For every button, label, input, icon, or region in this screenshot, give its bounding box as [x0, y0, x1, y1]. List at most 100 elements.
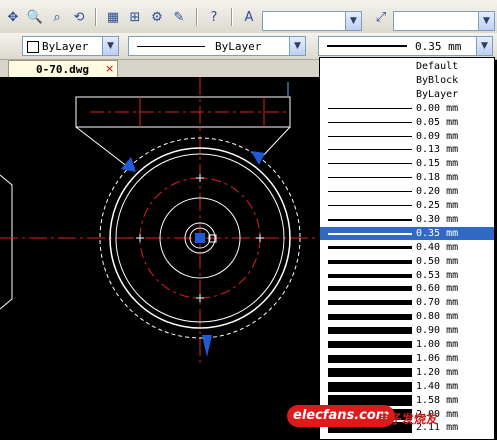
- chevron-down-icon[interactable]: ▼: [345, 12, 361, 30]
- markup-icon[interactable]: ✎: [170, 8, 188, 26]
- lineweight-option-label: 0.30 mm: [416, 213, 459, 225]
- lineweight-preview-line: [328, 354, 412, 363]
- lineweight-option[interactable]: 0.13 mm: [320, 143, 494, 156]
- lineweight-option-label: 1.06 mm: [416, 352, 459, 364]
- chevron-down-icon[interactable]: ▼: [102, 37, 118, 55]
- lineweight-option-label: 1.58 mm: [416, 394, 459, 406]
- file-tab-bar: 0-70.dwg ×: [0, 60, 320, 77]
- lineweight-preview-line: [328, 341, 412, 348]
- lineweight-option[interactable]: 1.00 mm: [320, 338, 494, 351]
- lineweight-preview-line: [328, 149, 412, 151]
- lineweight-option-label: 0.00 mm: [416, 102, 459, 114]
- linetype-combo[interactable]: ByLayer ▼: [128, 36, 306, 56]
- toolbar-separator: [196, 8, 198, 26]
- color-combo[interactable]: ByLayer ▼: [22, 36, 119, 56]
- bracket-right-edge: [259, 126, 291, 160]
- lineweight-option[interactable]: ByLayer: [320, 88, 494, 101]
- chevron-down-icon[interactable]: ▼: [476, 37, 492, 55]
- grip-arrow-bottom[interactable]: [202, 335, 212, 357]
- lineweight-option-label: 0.18 mm: [416, 172, 459, 184]
- drawing-part-left: [0, 174, 13, 310]
- file-tab[interactable]: 0-70.dwg ×: [8, 60, 118, 77]
- lineweight-option[interactable]: 1.20 mm: [320, 366, 494, 379]
- linetype-combo-value: ByLayer: [215, 40, 262, 53]
- lineweight-preview-line: [328, 381, 412, 392]
- lineweight-option-label: 0.25 mm: [416, 200, 459, 211]
- text-style-icon[interactable]: A: [240, 8, 258, 26]
- dim-style-combo[interactable]: ▼: [393, 11, 495, 31]
- lineweight-option[interactable]: Default: [320, 60, 494, 73]
- chevron-down-icon[interactable]: ▼: [289, 37, 305, 55]
- file-tab-name: 0-70.dwg: [36, 63, 89, 76]
- lineweight-option[interactable]: 0.70 mm: [320, 296, 494, 309]
- lineweight-preview-line: [328, 218, 412, 221]
- properties-icon[interactable]: ▦: [104, 8, 122, 26]
- lineweight-option[interactable]: 0.09 mm: [320, 130, 494, 143]
- lineweight-preview-line: [328, 232, 412, 235]
- lineweight-preview-line: [328, 300, 412, 306]
- watermark-text: 电子发烧友: [378, 412, 439, 426]
- lineweight-preview-line: [328, 205, 412, 206]
- lineweight-option[interactable]: 0.30 mm: [320, 213, 494, 226]
- lineweight-option-label: 1.20 mm: [416, 366, 459, 378]
- color-combo-value: ByLayer: [42, 40, 89, 53]
- lineweight-preview-line: [328, 286, 412, 292]
- lineweight-option[interactable]: 0.60 mm: [320, 282, 494, 295]
- zoom-realtime-icon[interactable]: 🔍: [26, 8, 44, 26]
- lineweight-option[interactable]: 0.50 mm: [320, 255, 494, 268]
- lineweight-combo-value: 0.35 mm: [415, 40, 462, 53]
- lineweight-option[interactable]: 0.80 mm: [320, 310, 494, 323]
- lineweight-option-label: 0.50 mm: [416, 255, 459, 267]
- grip-arrow-right[interactable]: [251, 151, 265, 165]
- bracket-left-edge: [75, 126, 129, 168]
- lineweight-combo[interactable]: 0.35 mm ▼: [318, 36, 493, 56]
- lineweight-preview-line: [328, 327, 412, 335]
- lineweight-option[interactable]: 0.25 mm: [320, 199, 494, 212]
- zoom-window-icon[interactable]: ⌕: [48, 8, 66, 26]
- tool-palettes-icon[interactable]: ⚙: [148, 8, 166, 26]
- lineweight-option[interactable]: 0.15 mm: [320, 157, 494, 170]
- lineweight-preview: [327, 45, 407, 47]
- lineweight-option-label: 0.35 mm: [416, 227, 459, 239]
- properties-toolbar: ByLayer ▼ ByLayer ▼ 0.35 mm ▼: [0, 33, 497, 60]
- lineweight-preview-line: [328, 163, 412, 165]
- center-grip[interactable]: [195, 233, 205, 243]
- lineweight-option[interactable]: 0.40 mm: [320, 241, 494, 254]
- toolbar-separator: [95, 8, 97, 26]
- color-swatch: [27, 41, 39, 53]
- lineweight-option[interactable]: ByBlock: [320, 74, 494, 87]
- lineweight-option-label: 0.20 mm: [416, 186, 459, 198]
- lineweight-option-label: 0.70 mm: [416, 297, 459, 309]
- lineweight-option[interactable]: 0.18 mm: [320, 171, 494, 184]
- lineweight-option[interactable]: 0.20 mm: [320, 185, 494, 198]
- lineweight-option[interactable]: 0.53 mm: [320, 269, 494, 282]
- close-icon[interactable]: ×: [105, 62, 114, 75]
- zoom-previous-icon[interactable]: ⟲: [70, 8, 88, 26]
- text-style-combo[interactable]: ▼: [262, 11, 362, 31]
- lineweight-option[interactable]: 0.35 mm: [320, 226, 494, 240]
- design-center-icon[interactable]: ⊞: [126, 8, 144, 26]
- lineweight-option[interactable]: 0.00 mm: [320, 102, 494, 115]
- lineweight-dropdown-list[interactable]: Default ByBlock ByLayer 0.00 mm 0.05 mm 0.09 …: [319, 57, 495, 440]
- lineweight-option[interactable]: 0.05 mm: [320, 116, 494, 129]
- lineweight-option-label: 0.80 mm: [416, 311, 459, 323]
- lineweight-option-label: 0.15 mm: [416, 158, 459, 170]
- pan-icon[interactable]: ✥: [4, 8, 22, 26]
- lineweight-option[interactable]: 1.40 mm: [320, 380, 494, 393]
- dim-style-icon[interactable]: ⤢: [372, 8, 390, 26]
- lineweight-preview-line: [328, 314, 412, 321]
- lineweight-option[interactable]: 0.90 mm: [320, 324, 494, 337]
- lineweight-option-label: Default: [416, 61, 459, 72]
- lineweight-preview-line: [328, 259, 412, 264]
- drawing-canvas[interactable]: [0, 77, 320, 440]
- chevron-down-icon[interactable]: ▼: [478, 12, 494, 30]
- grip-arrow-left[interactable]: [121, 157, 136, 172]
- lineweight-option-label: 0.09 mm: [416, 130, 459, 142]
- toolbar-separator: [231, 8, 233, 26]
- lineweight-option[interactable]: 1.06 mm: [320, 352, 494, 365]
- lineweight-preview-line: [328, 135, 412, 137]
- standard-toolbar: ✥ 🔍 ⌕ ⟲ ▦ ⊞ ⚙ ✎ ? A ▼ ⤢ ▼: [0, 0, 497, 34]
- lineweight-option-label: ByBlock: [416, 74, 459, 86]
- lineweight-preview-line: [328, 367, 412, 377]
- help-icon[interactable]: ?: [205, 8, 223, 26]
